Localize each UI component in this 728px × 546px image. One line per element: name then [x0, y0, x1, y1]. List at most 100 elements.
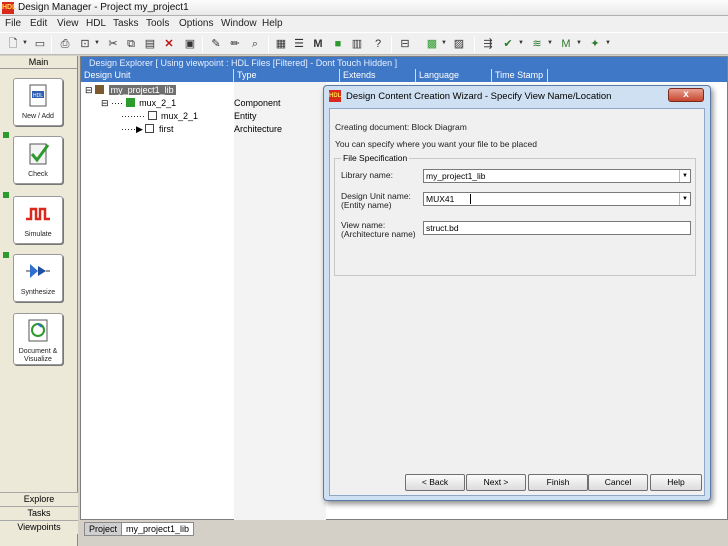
- list-icon[interactable]: ☰: [292, 37, 306, 51]
- toolbar-separator: [474, 36, 475, 53]
- new-add-button[interactable]: HDL New / Add: [13, 78, 63, 126]
- menu-tools[interactable]: Tools: [146, 18, 169, 29]
- architecture-name-label: (Architecture name): [341, 229, 416, 239]
- content-creation-wizard-dialog: HDL Design Content Creation Wizard - Spe…: [323, 85, 711, 501]
- cut-icon[interactable]: ✂: [106, 37, 120, 51]
- column-extends[interactable]: Extends: [340, 69, 416, 82]
- menu-options[interactable]: Options: [179, 18, 213, 29]
- menu-bar: File Edit View HDL Tasks Tools Options W…: [0, 16, 728, 32]
- filter-icon[interactable]: ⊟: [398, 37, 412, 51]
- view-name-input[interactable]: struct.bd: [423, 221, 691, 235]
- copy-icon[interactable]: ⧉: [124, 37, 138, 51]
- chevron-down-icon[interactable]: ▼: [94, 40, 100, 46]
- tab-project[interactable]: Project: [84, 522, 123, 536]
- cancel-button[interactable]: Cancel: [588, 474, 648, 491]
- menu-edit[interactable]: Edit: [30, 18, 47, 29]
- chevron-down-icon[interactable]: ▼: [679, 193, 690, 205]
- group-legend: File Specification: [341, 153, 410, 163]
- architecture-icon: [145, 124, 155, 133]
- open-folder-icon[interactable]: ▭: [33, 37, 47, 51]
- dialog-title: Design Content Creation Wizard - Specify…: [346, 91, 612, 102]
- document-visualize-button[interactable]: Document & Visualize: [13, 313, 63, 365]
- synthesize-button[interactable]: Synthesize: [13, 254, 63, 302]
- dialog-body: Creating document: Block Diagram You can…: [329, 108, 705, 496]
- zoom-icon[interactable]: ⌕: [248, 37, 262, 51]
- panel-header: Main: [0, 56, 77, 69]
- chevron-down-icon[interactable]: ▼: [576, 40, 582, 46]
- explorer-header: Design Explorer [ Using viewpoint : HDL …: [81, 57, 727, 69]
- column-language[interactable]: Language: [416, 69, 492, 82]
- menu-view[interactable]: View: [57, 18, 79, 29]
- new-add-label: New / Add: [22, 113, 54, 120]
- tree-row[interactable]: ⊟ ···· mux_2_1: [101, 98, 176, 109]
- browser-icon[interactable]: ▦: [274, 37, 288, 51]
- generate-icon[interactable]: ✦: [588, 37, 602, 51]
- waveform-icon: [26, 207, 50, 221]
- image-icon[interactable]: ▨: [452, 37, 466, 51]
- clipboard-icon[interactable]: ▥: [350, 37, 364, 51]
- menu-tasks[interactable]: Tasks: [113, 18, 139, 29]
- chevron-down-icon[interactable]: ▼: [547, 40, 553, 46]
- type-column-background: [234, 82, 326, 520]
- design-unit-name-input[interactable]: MUX41 ▼: [423, 192, 691, 206]
- column-design-unit[interactable]: Design Unit: [81, 69, 234, 82]
- print-icon[interactable]: ⎙: [58, 37, 72, 51]
- svg-text:HDL: HDL: [33, 93, 43, 99]
- finish-button[interactable]: Finish: [528, 474, 588, 491]
- print-preview-icon[interactable]: ⊡: [78, 37, 92, 51]
- component-icon: [125, 98, 135, 107]
- tree-row[interactable]: ⊟ my_project1_lib: [85, 85, 176, 96]
- new-file-icon[interactable]: 🗋: [6, 37, 20, 51]
- next-button[interactable]: Next >: [466, 474, 526, 491]
- library-name-select[interactable]: my_project1_lib ▼: [423, 169, 691, 183]
- creating-document-text: Creating document: Block Diagram: [335, 122, 467, 132]
- column-type[interactable]: Type: [234, 69, 340, 82]
- tab-viewpoints[interactable]: Viewpoints: [0, 520, 78, 534]
- menu-hdl[interactable]: HDL: [86, 18, 106, 29]
- menu-file[interactable]: File: [5, 18, 21, 29]
- menu-window[interactable]: Window: [221, 18, 257, 29]
- component-icon[interactable]: ■: [331, 37, 345, 51]
- help-icon[interactable]: ?: [371, 37, 385, 51]
- collapse-icon[interactable]: ⊟: [85, 85, 93, 95]
- simulate-button[interactable]: Simulate: [13, 196, 63, 244]
- library-icon[interactable]: ▩: [425, 37, 439, 51]
- back-button[interactable]: < Back: [405, 474, 465, 491]
- tab-tasks[interactable]: Tasks: [0, 506, 78, 520]
- column-time-stamp[interactable]: Time Stamp: [492, 69, 548, 82]
- tab-my-project1-lib[interactable]: my_project1_lib: [121, 522, 195, 536]
- toolbar-separator: [202, 36, 203, 53]
- tree-row[interactable]: ·····▶ first: [121, 124, 173, 135]
- help-button[interactable]: Help: [650, 474, 702, 491]
- chevron-down-icon[interactable]: ▼: [22, 40, 28, 46]
- check-flow-icon[interactable]: ✔: [501, 37, 515, 51]
- simulate-flow-icon[interactable]: ≋: [530, 37, 544, 51]
- check-button[interactable]: Check: [13, 136, 63, 184]
- toolbar-separator: [268, 36, 269, 53]
- paste-icon[interactable]: ▤: [143, 37, 157, 51]
- chevron-down-icon[interactable]: ▼: [679, 170, 690, 182]
- edit-icon[interactable]: ✎: [209, 37, 223, 51]
- entity-icon: [147, 111, 157, 120]
- pencil-icon[interactable]: ✏: [228, 37, 242, 51]
- tasks-panel: Main HDL New / Add Check Simulate Synthe…: [0, 56, 78, 546]
- chevron-down-icon[interactable]: ▼: [518, 40, 524, 46]
- menu-help[interactable]: Help: [262, 18, 283, 29]
- type-cell: Component: [234, 98, 281, 108]
- close-button[interactable]: x: [668, 88, 704, 102]
- find-icon[interactable]: M: [311, 37, 325, 51]
- toolbar: 🗋 ▼ ▭ ⎙ ⊡ ▼ ✂ ⧉ ▤ ✕ ▣ ✎ ✏ ⌕ ▦ ☰ M ■ ▥ ? …: [0, 32, 728, 55]
- check-icon: [29, 143, 50, 165]
- synthesize-flow-icon[interactable]: M: [559, 37, 573, 51]
- delete-icon[interactable]: ✕: [162, 37, 176, 51]
- tree-item-label: mux_2_1: [161, 111, 199, 121]
- type-cell: Architecture: [234, 124, 283, 134]
- chevron-down-icon[interactable]: ▼: [441, 40, 447, 46]
- run-flow-icon[interactable]: ⇶: [481, 37, 495, 51]
- chevron-down-icon[interactable]: ▼: [605, 40, 611, 46]
- tree-row[interactable]: ········ mux_2_1: [121, 111, 198, 122]
- tab-explore[interactable]: Explore: [0, 492, 78, 506]
- properties-icon[interactable]: ▣: [183, 37, 197, 51]
- collapse-icon[interactable]: ⊟: [101, 98, 109, 108]
- window-title: Design Manager - Project my_project1: [18, 2, 189, 13]
